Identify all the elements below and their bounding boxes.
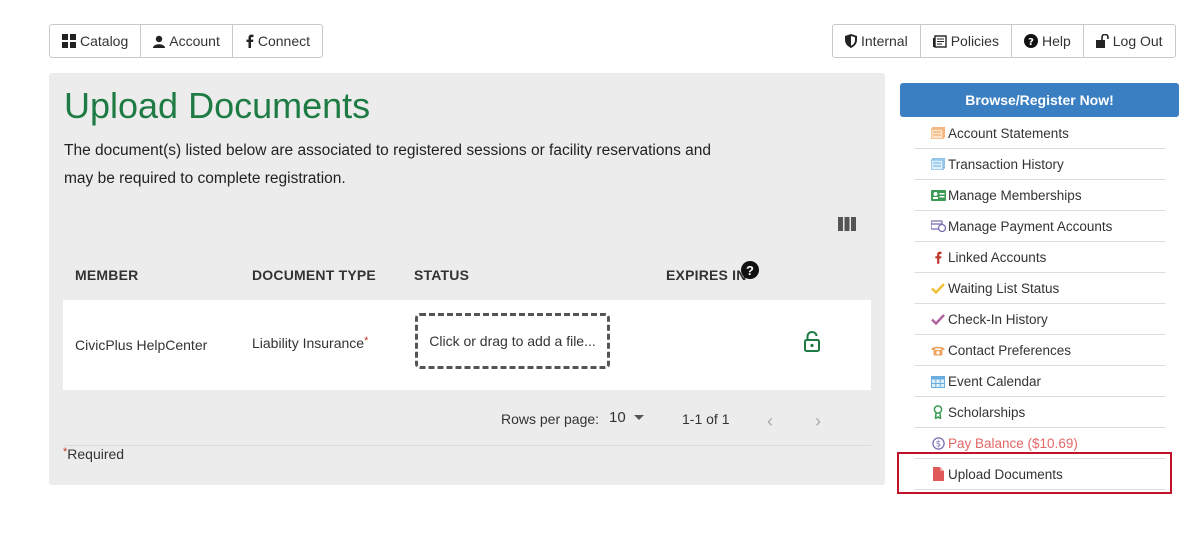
sidebar-item-label: Contact Preferences [948,342,1072,358]
sidebar-item-scholarships[interactable]: Scholarships [915,397,1165,428]
payment-icon [930,220,946,232]
unlock-icon [1095,34,1109,48]
sidebar-item-label: Scholarships [948,404,1026,420]
help-button[interactable]: ? Help [1010,25,1083,57]
unlock-icon[interactable] [804,330,820,357]
sidebar-item-label: Transaction History [948,156,1064,172]
sidebar-item-transaction-history[interactable]: Transaction History [915,149,1165,180]
column-header-member[interactable]: MEMBER [75,267,138,283]
account-label: Account [169,33,220,49]
sidebar-item-label: Manage Memberships [948,187,1082,203]
required-note-text: Required [67,446,125,462]
account-button[interactable]: Account [140,25,232,57]
facebook-icon [245,34,254,48]
shield-icon [845,34,857,48]
svg-text:?: ? [1028,37,1034,48]
browse-register-button[interactable]: Browse/Register Now! [900,83,1179,117]
policies-button[interactable]: Policies [919,25,1011,57]
document-icon [932,34,947,48]
page-title: Upload Documents [64,85,371,126]
user-icon [153,35,166,48]
membership-card-icon [930,189,946,201]
sidebar-item-check-in-history[interactable]: Check-In History [915,304,1165,335]
sidebar-item-manage-payment-accounts[interactable]: Manage Payment Accounts [915,211,1165,242]
rows-per-page-value: 10 [609,409,626,426]
expires-help-icon[interactable]: ? [741,261,759,279]
pagination-range: 1-1 of 1 [682,411,730,427]
question-circle-icon: ? [1023,34,1038,48]
check-icon [930,313,946,325]
policies-label: Policies [950,33,999,49]
required-asterisk: * [364,335,369,347]
sidebar-item-label: Linked Accounts [948,249,1047,265]
intro-text: The document(s) listed below are associa… [64,142,712,187]
dollar-circle-icon: $ [930,436,946,450]
grid-icon [62,34,76,48]
logout-button[interactable]: Log Out [1082,25,1175,57]
top-nav-left: Catalog Account Connect [49,24,324,58]
top-nav-right: Internal Policies ? Help Log Out [832,24,1176,58]
upload-documents-panel: Upload Documents The document(s) listed … [49,73,885,485]
facebook-icon [930,251,946,264]
column-header-expires-in[interactable]: EXPIRES IN [666,267,747,283]
dropzone-text: Click or drag to add a file... [429,333,596,349]
catalog-label: Catalog [80,33,129,49]
phone-icon [930,345,946,356]
sidebar-item-label: Manage Payment Accounts [948,218,1113,234]
logout-label: Log Out [1112,33,1163,49]
sidebar-item-linked-accounts[interactable]: Linked Accounts [915,242,1165,273]
file-dropzone[interactable]: Click or drag to add a file... [415,313,610,369]
internal-button[interactable]: Internal [833,25,920,57]
sidebar-item-label: Account Statements [948,125,1069,141]
sidebar-item-waiting-list-status[interactable]: Waiting List Status [915,273,1165,304]
columns-toggle-icon[interactable] [838,217,856,236]
sidebar-item-label: Pay Balance ($10.69) [948,435,1078,451]
help-label: Help [1041,33,1071,49]
document-type-cell: Liability Insurance* [252,335,368,351]
divider [63,445,871,446]
check-icon [930,282,946,294]
svg-text:$: $ [935,439,940,449]
sidebar-item-contact-preferences[interactable]: Contact Preferences [915,335,1165,366]
rows-per-page-select[interactable]: 10 [609,409,644,426]
sidebar-item-label: Check-In History [948,311,1048,327]
member-cell: CivicPlus HelpCenter [75,337,208,353]
sidebar-menu: Account Statements Transaction History M… [915,118,1165,490]
internal-label: Internal [861,33,908,49]
column-header-document-type[interactable]: DOCUMENT TYPE [252,267,376,283]
statement-icon [930,127,946,139]
award-icon [930,405,946,419]
sidebar-item-label: Event Calendar [948,373,1042,389]
sidebar-item-manage-memberships[interactable]: Manage Memberships [915,180,1165,211]
catalog-button[interactable]: Catalog [50,25,140,57]
table-row: CivicPlus HelpCenter Liability Insurance… [63,300,871,390]
highlight-box [897,452,1172,494]
next-page-button[interactable]: › [815,411,821,432]
chevron-down-icon [633,415,644,420]
previous-page-button[interactable]: ‹ [767,411,773,432]
required-note: *Required [63,446,124,462]
connect-label: Connect [257,33,311,49]
sidebar-item-account-statements[interactable]: Account Statements [915,118,1165,149]
sidebar-item-event-calendar[interactable]: Event Calendar [915,366,1165,397]
rows-per-page-label: Rows per page: [501,411,600,427]
calendar-icon [930,375,946,388]
history-icon [930,158,946,170]
document-type-text: Liability Insurance [252,335,365,351]
sidebar-item-label: Waiting List Status [948,280,1060,296]
column-header-status[interactable]: STATUS [414,267,469,283]
connect-button[interactable]: Connect [231,25,322,57]
